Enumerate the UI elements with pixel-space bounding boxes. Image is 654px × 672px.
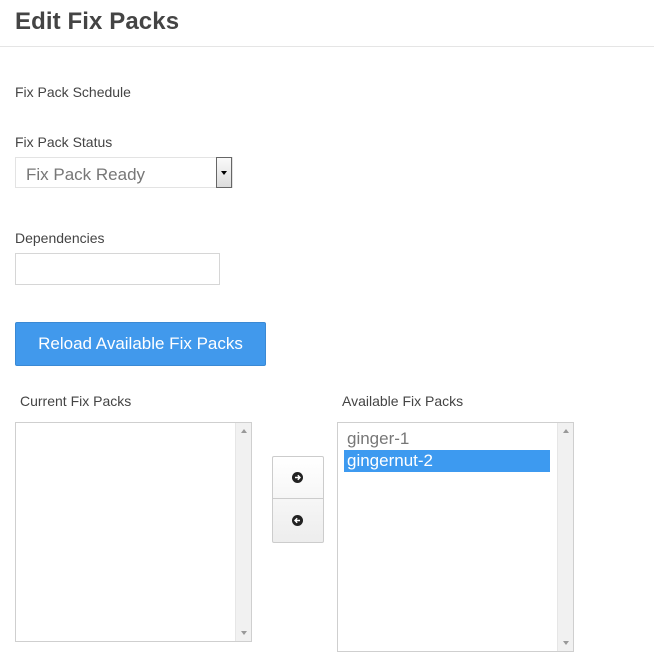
- move-to-available-button[interactable]: [273, 500, 323, 542]
- available-list-scrollbar[interactable]: [557, 423, 573, 651]
- scroll-up-icon[interactable]: [241, 429, 247, 433]
- current-fix-packs-label: Current Fix Packs: [20, 393, 132, 409]
- fix-pack-status-value: Fix Pack Ready: [26, 165, 146, 184]
- scroll-down-icon[interactable]: [563, 641, 569, 645]
- dropdown-arrow-icon[interactable]: [216, 157, 232, 188]
- move-buttons-group: [272, 456, 324, 543]
- fix-pack-status-label: Fix Pack Status: [15, 134, 113, 150]
- list-item-gingernut-2[interactable]: gingernut-2: [344, 450, 550, 472]
- fix-pack-status-select[interactable]: Fix Pack Ready: [15, 157, 233, 188]
- scroll-up-icon[interactable]: [563, 429, 569, 433]
- list-item-ginger-1[interactable]: ginger-1: [344, 428, 550, 450]
- arrow-left-circle-icon: [292, 515, 303, 526]
- scroll-down-icon[interactable]: [241, 631, 247, 635]
- page-title: Edit Fix Packs: [15, 8, 180, 35]
- fix-pack-schedule-label: Fix Pack Schedule: [15, 84, 131, 100]
- reload-available-fix-packs-button[interactable]: Reload Available Fix Packs: [15, 322, 266, 366]
- available-fix-packs-listbox[interactable]: ginger-1 gingernut-2: [337, 422, 574, 652]
- page-header: Edit Fix Packs: [0, 0, 654, 47]
- current-list-scrollbar[interactable]: [235, 423, 251, 641]
- dependencies-input[interactable]: [15, 253, 220, 285]
- available-fix-packs-label: Available Fix Packs: [342, 393, 464, 409]
- current-fix-packs-listbox[interactable]: [15, 422, 252, 642]
- dependencies-label: Dependencies: [15, 230, 105, 246]
- move-to-current-button[interactable]: [273, 457, 323, 499]
- arrow-right-circle-icon: [292, 472, 303, 483]
